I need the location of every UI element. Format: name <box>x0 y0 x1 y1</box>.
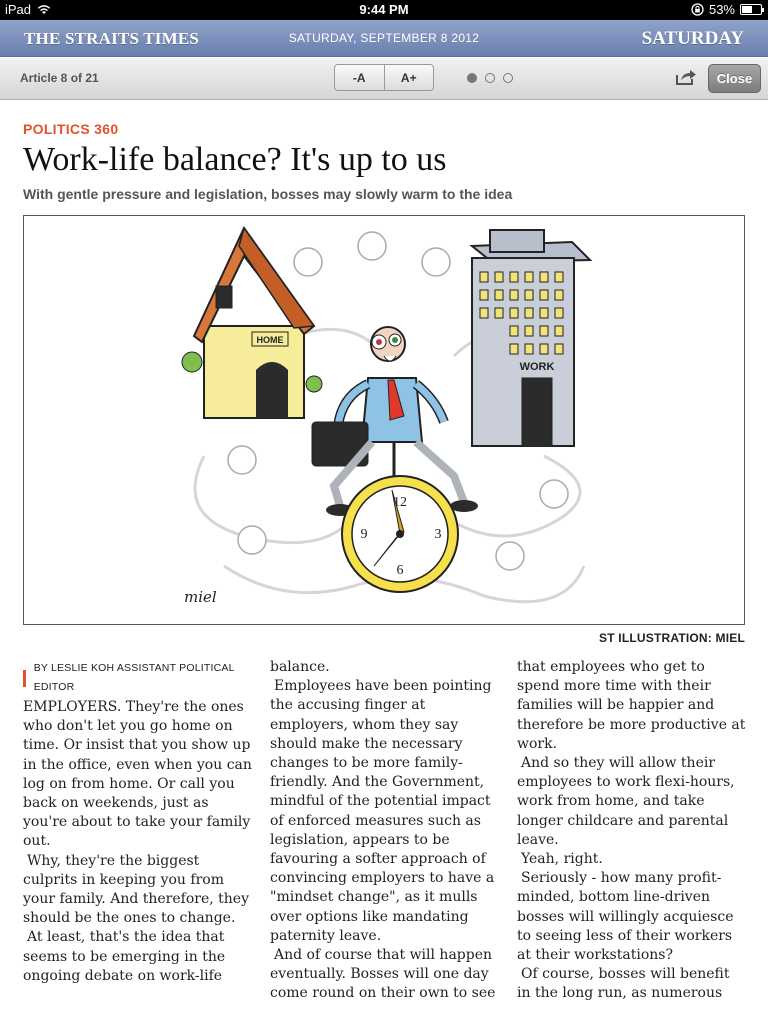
office-window <box>509 289 519 301</box>
status-right: 53% <box>691 2 764 17</box>
office-window <box>494 271 504 283</box>
battery-level <box>742 6 752 13</box>
paragraph: Seriously - how many profit-minded, bott… <box>517 870 734 964</box>
article-body: BY LESLIE KOH ASSISTANT POLITICAL EDITOR… <box>23 658 745 1024</box>
rotation-lock-icon <box>691 3 704 16</box>
office-window <box>554 289 564 301</box>
font-size-controls: -A A+ <box>334 64 434 91</box>
paragraph: EMPLOYERS. They're the ones who don't le… <box>23 699 252 850</box>
paragraph: And so they will allow their employees t… <box>517 755 735 848</box>
edition-day: SATURDAY <box>641 28 744 49</box>
office-window <box>494 307 504 319</box>
font-increase-button[interactable]: A+ <box>383 65 434 90</box>
office-window <box>554 325 564 337</box>
article-column-2: balance. Employees have been pointing th… <box>270 658 500 1004</box>
font-decrease-button[interactable]: -A <box>335 65 384 90</box>
byline-text: BY LESLIE KOH ASSISTANT POLITICAL EDITOR <box>33 661 235 693</box>
article-column-3: that employees who get to spend more tim… <box>517 658 747 1004</box>
page-dot[interactable] <box>485 73 495 83</box>
paragraph: that employees who get to spend more tim… <box>517 659 746 752</box>
paragraph: balance. <box>270 659 330 675</box>
cartoon-illustration: HOME WORK 12 3 6 9 miel <box>181 226 593 606</box>
status-time: 9:44 PM <box>359 2 409 17</box>
byline-accent <box>23 669 26 687</box>
paragraph: Employees have been pointing the accusin… <box>270 678 495 944</box>
office-window <box>539 307 549 319</box>
office-window <box>479 271 489 283</box>
office-window <box>524 289 534 301</box>
office-window <box>509 271 519 283</box>
office-window <box>509 343 519 355</box>
office-window <box>479 307 489 319</box>
office-window <box>524 343 534 355</box>
section-kicker: POLITICS 360 <box>23 121 119 137</box>
paragraph: Yeah, right. <box>521 851 603 868</box>
battery-icon <box>740 4 764 15</box>
office-window <box>554 271 564 283</box>
article-toolbar: Article 8 of 21 -A A+ Close <box>0 58 768 100</box>
house-sign: HOME <box>257 335 284 345</box>
office-building: WORK <box>469 229 593 447</box>
masthead: THE STRAITS TIMES SATURDAY, SEPTEMBER 8 … <box>0 20 768 57</box>
byline: BY LESLIE KOH ASSISTANT POLITICAL EDITOR <box>23 662 253 693</box>
paragraph: At least, that's the idea that seems to … <box>23 929 226 984</box>
office-window <box>539 325 549 337</box>
article-standfirst: With gentle pressure and legislation, bo… <box>23 186 513 202</box>
article-counter: Article 8 of 21 <box>20 71 99 85</box>
office-window <box>539 271 549 283</box>
battery-percent: 53% <box>708 2 735 17</box>
office-window <box>494 289 504 301</box>
page-dot[interactable] <box>467 73 477 83</box>
paragraph: And of course that will happen eventuall… <box>270 947 496 1002</box>
office-sign: WORK <box>520 361 555 373</box>
artist-signature: miel <box>184 588 217 606</box>
office-window <box>509 325 519 337</box>
clock-number-9: 9 <box>361 527 368 542</box>
office-window <box>524 325 534 337</box>
office-window <box>554 343 564 355</box>
article-headline: Work-life balance? It's up to us <box>23 141 447 178</box>
office-window <box>539 343 549 355</box>
page-dot[interactable] <box>503 73 513 83</box>
article-column-1: BY LESLIE KOH ASSISTANT POLITICAL EDITOR… <box>23 658 253 986</box>
office-window <box>524 271 534 283</box>
office-window <box>509 307 519 319</box>
share-icon[interactable] <box>675 68 697 86</box>
paragraph: Why, they're the biggest culprits in kee… <box>23 852 249 927</box>
clock-number-3: 3 <box>435 527 442 542</box>
office-window <box>554 307 564 319</box>
clock-wheel: 12 3 6 9 <box>341 475 459 593</box>
page-indicator[interactable] <box>467 73 513 83</box>
close-button[interactable]: Close <box>708 64 761 93</box>
article-illustration: HOME WORK 12 3 6 9 miel <box>23 215 745 625</box>
office-window <box>524 307 534 319</box>
illustration-credit: ST ILLUSTRATION: MIEL <box>599 631 745 645</box>
status-bar: iPad 9:44 PM 53% <box>0 0 768 20</box>
office-window <box>539 289 549 301</box>
clock-number-6: 6 <box>397 563 404 578</box>
paragraph: Of course, bosses will benefit in the lo… <box>517 966 730 1002</box>
office-window <box>479 289 489 301</box>
